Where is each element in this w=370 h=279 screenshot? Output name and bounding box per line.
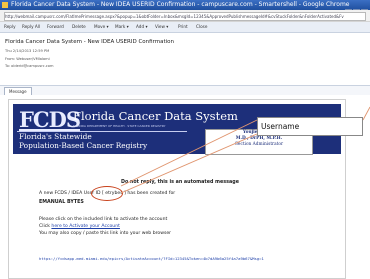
callout-line-upper [120, 119, 258, 187]
callout-lines [120, 106, 370, 194]
callout-line-lower [120, 133, 258, 194]
callout-line-right [362, 106, 370, 121]
username-callout: Username [257, 117, 363, 136]
